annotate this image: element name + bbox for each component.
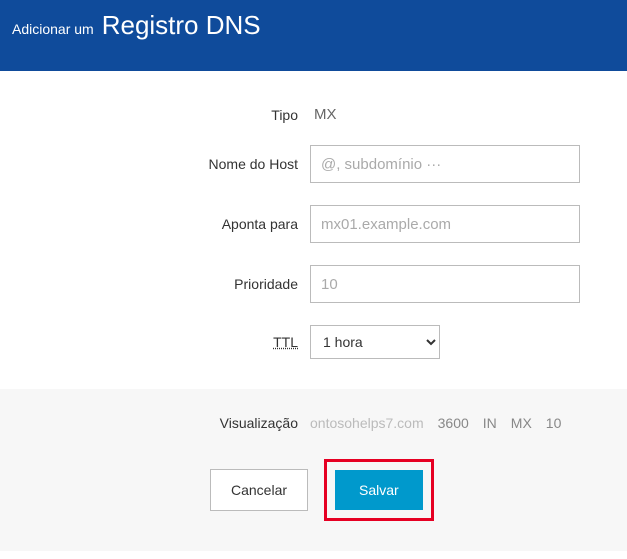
label-points-to: Aponta para	[0, 216, 310, 232]
button-row: Cancelar Salvar	[0, 459, 627, 521]
preview-values: ontosohelps7.com 3600 IN MX 10	[310, 415, 561, 431]
cancel-button[interactable]: Cancelar	[210, 469, 308, 511]
save-highlight: Salvar	[324, 459, 434, 521]
preview-domain: ontosohelps7.com	[310, 415, 424, 431]
save-button[interactable]: Salvar	[335, 470, 423, 510]
label-priority: Prioridade	[0, 276, 310, 292]
header-pre: Adicionar um	[12, 21, 94, 37]
row-priority: Prioridade	[0, 265, 627, 303]
label-host: Nome do Host	[0, 156, 310, 172]
preview-ttl: 3600	[438, 415, 469, 431]
header: Adicionar um Registro DNS	[0, 0, 627, 71]
preview-row: Visualização ontosohelps7.com 3600 IN MX…	[0, 415, 627, 431]
preview-class: IN	[483, 415, 497, 431]
form-content: Tipo MX Nome do Host Aponta para Priorid…	[0, 71, 627, 359]
preview-label: Visualização	[0, 415, 310, 431]
label-ttl: TTL	[0, 334, 310, 350]
priority-input[interactable]	[310, 265, 580, 303]
row-ttl: TTL 1 hora	[0, 325, 627, 359]
header-title: Registro DNS	[102, 10, 261, 41]
host-input[interactable]	[310, 145, 580, 183]
points-to-input[interactable]	[310, 205, 580, 243]
row-host: Nome do Host	[0, 145, 627, 183]
preview-section: Visualização ontosohelps7.com 3600 IN MX…	[0, 389, 627, 551]
preview-priority: 10	[546, 415, 562, 431]
value-type: MX	[310, 106, 337, 123]
ttl-select[interactable]: 1 hora	[310, 325, 440, 359]
row-points-to: Aponta para	[0, 205, 627, 243]
preview-type: MX	[511, 415, 532, 431]
label-type: Tipo	[0, 107, 310, 123]
row-type: Tipo MX	[0, 106, 627, 123]
